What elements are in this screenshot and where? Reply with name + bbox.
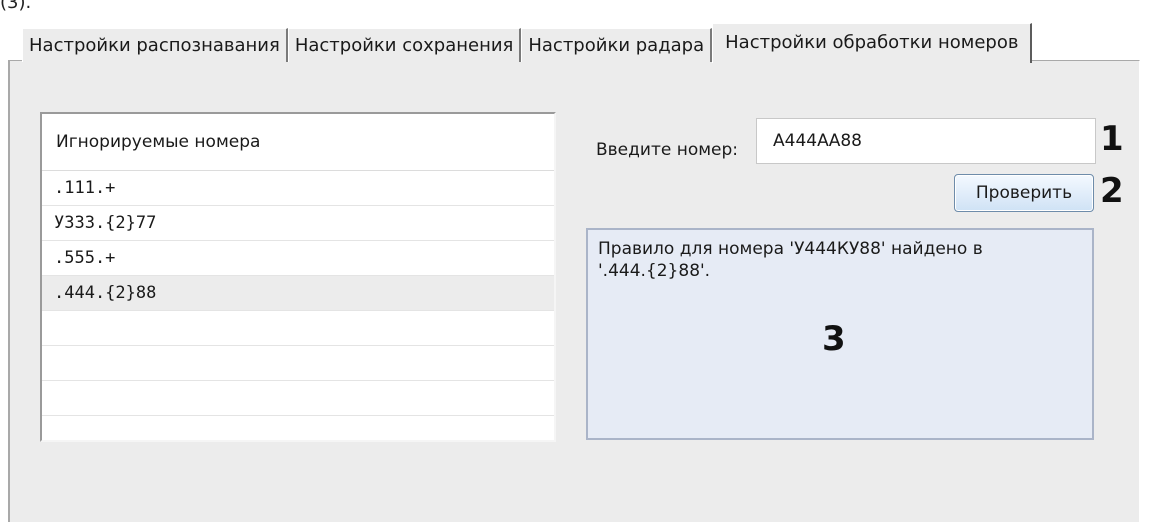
- ignored-numbers-list[interactable]: Игнорируемые номера .111.+ У333.{2}77 .5…: [40, 112, 556, 442]
- tab-bar: Настройки распознавания Настройки сохран…: [22, 22, 1033, 63]
- list-item-selected[interactable]: .444.{2}88: [42, 276, 554, 311]
- tab-radar-settings[interactable]: Настройки радара: [521, 28, 713, 62]
- list-item[interactable]: У333.{2}77: [42, 206, 554, 241]
- list-header: Игнорируемые номера: [42, 114, 554, 171]
- cropped-caption-text: (3).: [0, 0, 32, 13]
- callout-1: 1: [1100, 119, 1124, 159]
- number-input[interactable]: [756, 118, 1096, 164]
- list-item[interactable]: .555.+: [42, 241, 554, 276]
- tab-recognition-settings[interactable]: Настройки распознавания: [22, 28, 288, 62]
- callout-2: 2: [1100, 171, 1124, 211]
- callout-3: 3: [822, 319, 846, 359]
- list-item-empty[interactable]: [42, 381, 554, 416]
- number-input-label: Введите номер:: [596, 140, 739, 160]
- list-item-empty[interactable]: [42, 311, 554, 346]
- list-item[interactable]: .111.+: [42, 171, 554, 206]
- tab-save-settings[interactable]: Настройки сохранения: [287, 28, 522, 62]
- list-item-empty[interactable]: [42, 346, 554, 381]
- list-item-empty[interactable]: [42, 416, 554, 440]
- tab-number-processing-settings[interactable]: Настройки обработки номеров: [712, 23, 1033, 63]
- check-button[interactable]: Проверить: [954, 174, 1094, 212]
